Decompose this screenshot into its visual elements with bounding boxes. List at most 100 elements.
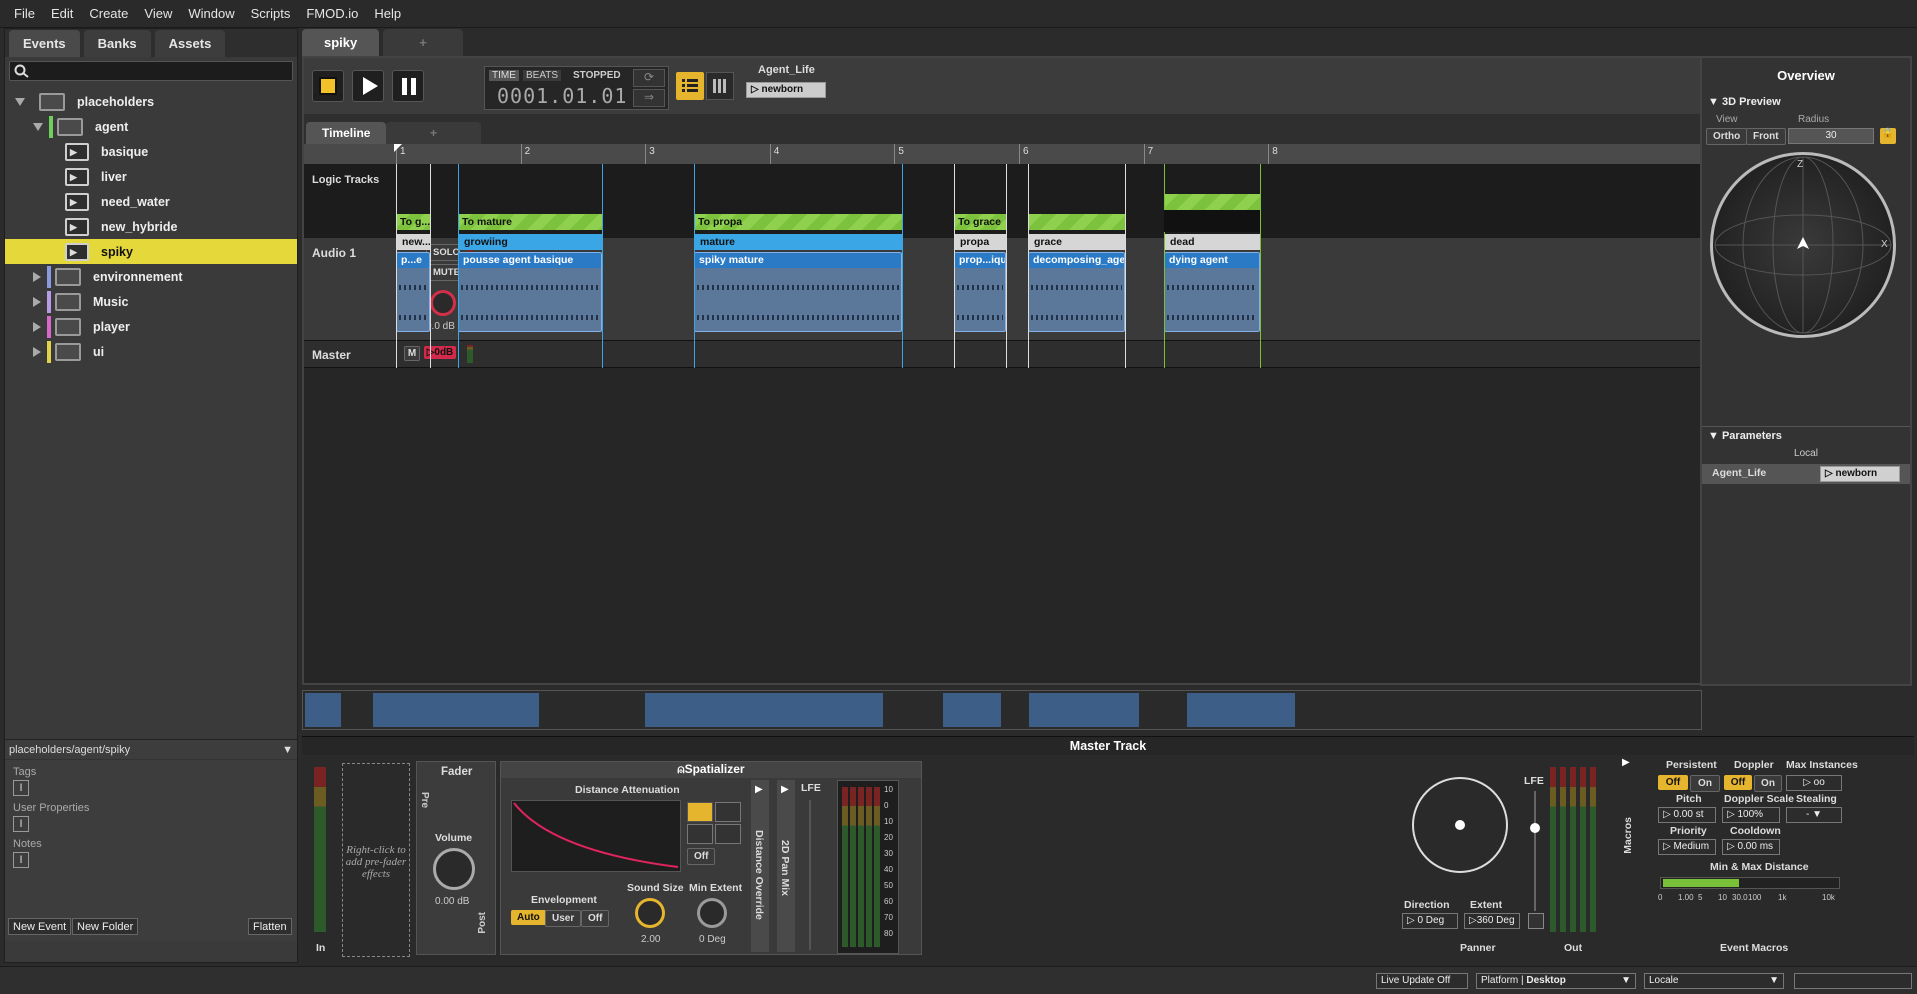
tree-item[interactable]: agent (5, 114, 297, 139)
pre-fader-effects-area[interactable]: Right-click to add pre-fader effects (342, 763, 410, 957)
tab-events[interactable]: Events (9, 30, 80, 57)
panner-position-dot[interactable] (1455, 820, 1465, 830)
notes-field[interactable]: I (13, 852, 29, 868)
menu-help[interactable]: Help (366, 6, 409, 21)
radius-field[interactable]: 30 (1788, 128, 1874, 144)
menu-view[interactable]: View (136, 6, 180, 21)
chevron-down-icon[interactable]: ▼ (282, 744, 293, 756)
chevron-right-icon[interactable] (33, 296, 41, 307)
menu-file[interactable]: File (6, 6, 43, 21)
master-volume-field[interactable]: ▷0dB (424, 346, 456, 359)
tags-field[interactable]: I (13, 780, 29, 796)
macros-expand-icon[interactable]: ▶ (1622, 757, 1630, 768)
transition-marker[interactable]: To propa (694, 214, 902, 230)
menu-create[interactable]: Create (81, 6, 136, 21)
tree-item[interactable]: ▶ liver (5, 164, 297, 189)
pan-mix-panel[interactable]: ▶ 2D Pan Mix (777, 780, 795, 952)
tab-timeline[interactable]: Timeline (306, 122, 387, 144)
transition-marker[interactable] (1164, 194, 1260, 210)
lfe-slider[interactable] (809, 800, 811, 950)
envelopment-user-button[interactable]: User (545, 910, 582, 927)
mute-button[interactable]: MUTE (426, 264, 460, 281)
transition-marker[interactable]: To mature (458, 214, 602, 230)
doppler-off-button[interactable]: Off (1724, 775, 1752, 790)
doppler-on-button[interactable]: On (1754, 775, 1782, 792)
3d-preview-header[interactable]: ▼ 3D Preview (1708, 96, 1781, 108)
master-track-row[interactable]: Master M ▷0dB (304, 340, 1700, 368)
new-event-button[interactable]: New Event (8, 918, 72, 935)
front-button[interactable]: Front (1746, 128, 1786, 145)
beats-mode-button[interactable]: BEATS (523, 70, 562, 81)
curve-custom-button[interactable] (715, 824, 741, 844)
audio-clip[interactable]: p...e (396, 252, 430, 332)
destination-marker[interactable]: mature (694, 234, 902, 250)
transition-marker[interactable]: To grace (954, 214, 1006, 230)
grid-view-icon[interactable] (706, 72, 734, 100)
pitch-field[interactable]: ▷ 0.00 st (1658, 807, 1716, 823)
tab-spiky[interactable]: spiky (302, 29, 380, 56)
playhead-icon[interactable] (394, 144, 402, 152)
parameter-value[interactable]: ▷ newborn (746, 82, 826, 98)
sound-size-knob[interactable] (635, 898, 665, 928)
priority-field[interactable]: ▷ Medium (1658, 839, 1716, 855)
persistent-on-button[interactable]: On (1690, 775, 1720, 792)
panner-settings-icon[interactable] (1528, 913, 1544, 929)
loop-icon[interactable]: ⟳ (633, 69, 665, 87)
distance-override-panel[interactable]: ▶ Distance Override (751, 780, 769, 952)
audio-clip[interactable]: decomposing_agent (1028, 252, 1125, 332)
pause-button[interactable] (392, 70, 424, 102)
fader-volume-knob[interactable] (433, 848, 475, 890)
master-mute-button[interactable]: M (404, 346, 420, 361)
add-subtab-button[interactable]: + (386, 122, 482, 144)
chevron-down-icon[interactable] (33, 122, 43, 131)
audio-clip[interactable]: spiky mature (694, 252, 902, 332)
play-button[interactable] (352, 70, 384, 102)
solo-button[interactable]: SOLO (426, 244, 460, 261)
persistent-off-button[interactable]: Off (1658, 775, 1688, 790)
tree-item[interactable]: Music (5, 289, 297, 314)
envelopment-off-button[interactable]: Off (581, 910, 610, 927)
tree-item[interactable]: environnement (5, 264, 297, 289)
tab-assets[interactable]: Assets (154, 30, 226, 57)
new-folder-button[interactable]: New Folder (72, 918, 139, 935)
audio-clip[interactable]: dying agent (1164, 252, 1260, 332)
cooldown-field[interactable]: ▷ 0.00 ms (1722, 839, 1780, 855)
tree-item[interactable]: player (5, 314, 297, 339)
add-tab-button[interactable]: + (383, 29, 463, 56)
destination-marker[interactable]: grace (1028, 234, 1125, 250)
menu-window[interactable]: Window (180, 6, 242, 21)
curve-inverse-button[interactable] (687, 824, 713, 844)
ortho-button[interactable]: Ortho (1706, 128, 1748, 145)
platform-select[interactable]: Platform | Desktop ▼ (1476, 973, 1636, 989)
destination-marker[interactable]: new... (396, 234, 430, 250)
doppler-scale-field[interactable]: ▷ 100% (1722, 807, 1780, 823)
tree-item[interactable]: placeholders (5, 89, 297, 114)
chevron-right-icon[interactable] (33, 271, 41, 282)
user-properties-field[interactable]: I (13, 816, 29, 832)
tree-item[interactable]: ▶ spiky (5, 239, 297, 264)
curve-linear-squared-button[interactable] (687, 802, 713, 822)
search-input[interactable] (9, 61, 293, 81)
live-update-button[interactable]: Live Update Off (1376, 973, 1468, 989)
follow-icon[interactable]: ⇒ (633, 89, 665, 107)
list-view-icon[interactable] (676, 72, 704, 100)
panner-circle[interactable] (1412, 777, 1508, 873)
tree-item[interactable]: ▶ basique (5, 139, 297, 164)
parameter-row[interactable]: Agent_Life ▷ newborn (1702, 464, 1910, 484)
envelopment-auto-button[interactable]: Auto (511, 910, 546, 925)
3d-preview-sphere[interactable]: Z X (1710, 152, 1896, 338)
menu-scripts[interactable]: Scripts (243, 6, 299, 21)
lock-icon[interactable]: 🔒 (1880, 128, 1896, 144)
locale-select[interactable]: Locale ▼ (1644, 973, 1784, 989)
audio-clip[interactable]: prop...ique (954, 252, 1006, 332)
curve-linear-button[interactable] (715, 802, 741, 822)
destination-marker[interactable]: dead (1164, 234, 1260, 250)
curve-off-button[interactable]: Off (687, 848, 716, 865)
volume-knob[interactable] (430, 290, 456, 316)
time-mode-button[interactable]: TIME (489, 70, 519, 81)
min-extent-knob[interactable] (697, 898, 727, 928)
transition-marker[interactable] (1028, 214, 1125, 230)
timeline-ruler[interactable]: 12345678 (304, 144, 1700, 164)
tree-item[interactable]: ui (5, 339, 297, 364)
direction-field[interactable]: ▷ 0 Deg (1402, 913, 1458, 929)
